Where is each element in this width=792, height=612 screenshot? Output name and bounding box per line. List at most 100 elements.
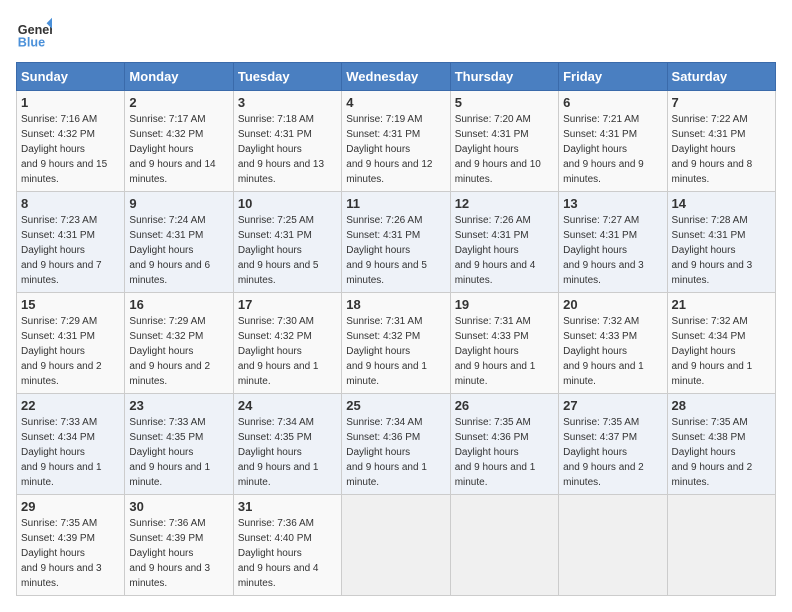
- day-info: Sunrise: 7:36 AM Sunset: 4:40 PM Dayligh…: [238, 516, 337, 591]
- calendar-cell: 19 Sunrise: 7:31 AM Sunset: 4:33 PM Dayl…: [450, 293, 558, 394]
- day-info: Sunrise: 7:17 AM Sunset: 4:32 PM Dayligh…: [129, 112, 228, 187]
- day-header: Sunday: [17, 63, 125, 91]
- calendar-cell: 5 Sunrise: 7:20 AM Sunset: 4:31 PM Dayli…: [450, 91, 558, 192]
- calendar-cell: 4 Sunrise: 7:19 AM Sunset: 4:31 PM Dayli…: [342, 91, 450, 192]
- calendar-body: 1 Sunrise: 7:16 AM Sunset: 4:32 PM Dayli…: [17, 91, 776, 596]
- day-info: Sunrise: 7:31 AM Sunset: 4:32 PM Dayligh…: [346, 314, 445, 389]
- day-number: 12: [455, 196, 554, 211]
- day-number: 18: [346, 297, 445, 312]
- day-info: Sunrise: 7:35 AM Sunset: 4:39 PM Dayligh…: [21, 516, 120, 591]
- day-info: Sunrise: 7:26 AM Sunset: 4:31 PM Dayligh…: [346, 213, 445, 288]
- day-number: 19: [455, 297, 554, 312]
- calendar-cell: 12 Sunrise: 7:26 AM Sunset: 4:31 PM Dayl…: [450, 192, 558, 293]
- day-info: Sunrise: 7:35 AM Sunset: 4:36 PM Dayligh…: [455, 415, 554, 490]
- day-number: 28: [672, 398, 771, 413]
- calendar-cell: [450, 495, 558, 596]
- day-number: 9: [129, 196, 228, 211]
- day-number: 20: [563, 297, 662, 312]
- calendar-cell: [559, 495, 667, 596]
- day-number: 24: [238, 398, 337, 413]
- calendar-week-row: 15 Sunrise: 7:29 AM Sunset: 4:31 PM Dayl…: [17, 293, 776, 394]
- calendar-cell: 21 Sunrise: 7:32 AM Sunset: 4:34 PM Dayl…: [667, 293, 775, 394]
- day-number: 21: [672, 297, 771, 312]
- day-info: Sunrise: 7:33 AM Sunset: 4:34 PM Dayligh…: [21, 415, 120, 490]
- calendar-cell: 17 Sunrise: 7:30 AM Sunset: 4:32 PM Dayl…: [233, 293, 341, 394]
- day-number: 15: [21, 297, 120, 312]
- day-info: Sunrise: 7:28 AM Sunset: 4:31 PM Dayligh…: [672, 213, 771, 288]
- day-number: 6: [563, 95, 662, 110]
- calendar-cell: 15 Sunrise: 7:29 AM Sunset: 4:31 PM Dayl…: [17, 293, 125, 394]
- day-number: 16: [129, 297, 228, 312]
- calendar-cell: 28 Sunrise: 7:35 AM Sunset: 4:38 PM Dayl…: [667, 394, 775, 495]
- day-number: 27: [563, 398, 662, 413]
- calendar-cell: 11 Sunrise: 7:26 AM Sunset: 4:31 PM Dayl…: [342, 192, 450, 293]
- calendar-cell: 2 Sunrise: 7:17 AM Sunset: 4:32 PM Dayli…: [125, 91, 233, 192]
- day-info: Sunrise: 7:20 AM Sunset: 4:31 PM Dayligh…: [455, 112, 554, 187]
- calendar-cell: 23 Sunrise: 7:33 AM Sunset: 4:35 PM Dayl…: [125, 394, 233, 495]
- day-info: Sunrise: 7:32 AM Sunset: 4:34 PM Dayligh…: [672, 314, 771, 389]
- day-info: Sunrise: 7:29 AM Sunset: 4:32 PM Dayligh…: [129, 314, 228, 389]
- day-number: 11: [346, 196, 445, 211]
- calendar-cell: 9 Sunrise: 7:24 AM Sunset: 4:31 PM Dayli…: [125, 192, 233, 293]
- day-number: 3: [238, 95, 337, 110]
- svg-text:Blue: Blue: [18, 36, 45, 50]
- calendar-cell: 10 Sunrise: 7:25 AM Sunset: 4:31 PM Dayl…: [233, 192, 341, 293]
- calendar-week-row: 22 Sunrise: 7:33 AM Sunset: 4:34 PM Dayl…: [17, 394, 776, 495]
- calendar-cell: 7 Sunrise: 7:22 AM Sunset: 4:31 PM Dayli…: [667, 91, 775, 192]
- day-number: 2: [129, 95, 228, 110]
- calendar-cell: 30 Sunrise: 7:36 AM Sunset: 4:39 PM Dayl…: [125, 495, 233, 596]
- calendar-cell: [667, 495, 775, 596]
- day-header: Tuesday: [233, 63, 341, 91]
- calendar-cell: 3 Sunrise: 7:18 AM Sunset: 4:31 PM Dayli…: [233, 91, 341, 192]
- day-header: Thursday: [450, 63, 558, 91]
- day-number: 29: [21, 499, 120, 514]
- day-info: Sunrise: 7:36 AM Sunset: 4:39 PM Dayligh…: [129, 516, 228, 591]
- calendar-cell: 18 Sunrise: 7:31 AM Sunset: 4:32 PM Dayl…: [342, 293, 450, 394]
- calendar-cell: 22 Sunrise: 7:33 AM Sunset: 4:34 PM Dayl…: [17, 394, 125, 495]
- day-info: Sunrise: 7:21 AM Sunset: 4:31 PM Dayligh…: [563, 112, 662, 187]
- calendar-header-row: SundayMondayTuesdayWednesdayThursdayFrid…: [17, 63, 776, 91]
- day-number: 31: [238, 499, 337, 514]
- day-info: Sunrise: 7:33 AM Sunset: 4:35 PM Dayligh…: [129, 415, 228, 490]
- day-number: 25: [346, 398, 445, 413]
- day-number: 10: [238, 196, 337, 211]
- calendar-cell: 14 Sunrise: 7:28 AM Sunset: 4:31 PM Dayl…: [667, 192, 775, 293]
- logo: General Blue: [16, 16, 52, 52]
- day-number: 13: [563, 196, 662, 211]
- calendar-cell: 16 Sunrise: 7:29 AM Sunset: 4:32 PM Dayl…: [125, 293, 233, 394]
- calendar-week-row: 29 Sunrise: 7:35 AM Sunset: 4:39 PM Dayl…: [17, 495, 776, 596]
- logo-icon: General Blue: [16, 16, 52, 52]
- header: General Blue: [16, 16, 776, 52]
- day-info: Sunrise: 7:19 AM Sunset: 4:31 PM Dayligh…: [346, 112, 445, 187]
- day-info: Sunrise: 7:25 AM Sunset: 4:31 PM Dayligh…: [238, 213, 337, 288]
- calendar-cell: 31 Sunrise: 7:36 AM Sunset: 4:40 PM Dayl…: [233, 495, 341, 596]
- calendar-cell: 26 Sunrise: 7:35 AM Sunset: 4:36 PM Dayl…: [450, 394, 558, 495]
- day-header: Wednesday: [342, 63, 450, 91]
- calendar-cell: 13 Sunrise: 7:27 AM Sunset: 4:31 PM Dayl…: [559, 192, 667, 293]
- calendar-table: SundayMondayTuesdayWednesdayThursdayFrid…: [16, 62, 776, 596]
- day-info: Sunrise: 7:31 AM Sunset: 4:33 PM Dayligh…: [455, 314, 554, 389]
- day-info: Sunrise: 7:35 AM Sunset: 4:37 PM Dayligh…: [563, 415, 662, 490]
- day-info: Sunrise: 7:34 AM Sunset: 4:36 PM Dayligh…: [346, 415, 445, 490]
- day-number: 17: [238, 297, 337, 312]
- day-info: Sunrise: 7:30 AM Sunset: 4:32 PM Dayligh…: [238, 314, 337, 389]
- calendar-cell: 25 Sunrise: 7:34 AM Sunset: 4:36 PM Dayl…: [342, 394, 450, 495]
- calendar-cell: 1 Sunrise: 7:16 AM Sunset: 4:32 PM Dayli…: [17, 91, 125, 192]
- calendar-week-row: 1 Sunrise: 7:16 AM Sunset: 4:32 PM Dayli…: [17, 91, 776, 192]
- day-header: Saturday: [667, 63, 775, 91]
- day-info: Sunrise: 7:34 AM Sunset: 4:35 PM Dayligh…: [238, 415, 337, 490]
- day-number: 1: [21, 95, 120, 110]
- day-info: Sunrise: 7:22 AM Sunset: 4:31 PM Dayligh…: [672, 112, 771, 187]
- calendar-cell: 24 Sunrise: 7:34 AM Sunset: 4:35 PM Dayl…: [233, 394, 341, 495]
- day-number: 14: [672, 196, 771, 211]
- day-number: 7: [672, 95, 771, 110]
- calendar-cell: 29 Sunrise: 7:35 AM Sunset: 4:39 PM Dayl…: [17, 495, 125, 596]
- calendar-cell: 27 Sunrise: 7:35 AM Sunset: 4:37 PM Dayl…: [559, 394, 667, 495]
- day-number: 5: [455, 95, 554, 110]
- day-info: Sunrise: 7:35 AM Sunset: 4:38 PM Dayligh…: [672, 415, 771, 490]
- day-header: Friday: [559, 63, 667, 91]
- calendar-cell: 8 Sunrise: 7:23 AM Sunset: 4:31 PM Dayli…: [17, 192, 125, 293]
- calendar-cell: [342, 495, 450, 596]
- day-number: 22: [21, 398, 120, 413]
- day-number: 8: [21, 196, 120, 211]
